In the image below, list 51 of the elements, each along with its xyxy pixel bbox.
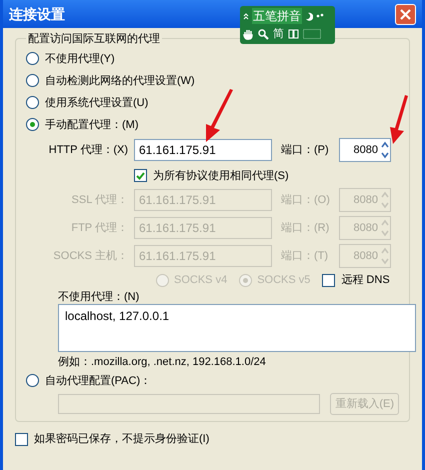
charset-label[interactable]: 简 [273, 27, 284, 41]
moon-icon[interactable] [305, 12, 313, 20]
proxy-label: SOCKS 主机： [52, 249, 129, 263]
radio-button[interactable] [26, 52, 39, 65]
radio-label: 自动检测此网络的代理设置(W) [45, 74, 195, 88]
radio-label: 使用系统代理设置(U) [45, 96, 148, 110]
port-label: 端口：(O) [280, 193, 331, 207]
window-title: 连接设置 [9, 7, 65, 21]
no-proxy-field[interactable]: localhost, 127.0.0.1 [58, 304, 416, 352]
close-button[interactable] [395, 4, 416, 24]
radio-button[interactable] [26, 96, 39, 109]
example-text: 例如：.mozilla.org, .net.nz, 192.168.1.0/24 [57, 355, 267, 369]
port-value: 8080 [354, 221, 379, 235]
port-value: 8080 [354, 249, 379, 263]
port-label: 端口：(R) [280, 221, 330, 235]
search-icon[interactable] [258, 28, 269, 40]
close-icon [400, 8, 411, 20]
keyboard-icon[interactable] [303, 29, 321, 39]
port-label: 端口：(T) [280, 249, 330, 263]
checkbox[interactable] [134, 169, 147, 182]
proxy-label: SSL 代理： [70, 193, 129, 207]
port-label: 端口：(P) [280, 143, 330, 157]
checkbox-label: 如果密码已保存，不提示身份验证(I) [34, 432, 210, 446]
radio-button[interactable] [26, 374, 39, 387]
checkbox-label: 为所有协议使用相同代理(S) [153, 168, 289, 182]
port-value: 8080 [354, 143, 379, 157]
proxy-label: FTP 代理： [70, 221, 129, 235]
group-title: 配置访问国际互联网的代理 [26, 32, 162, 46]
proxy-label: HTTP 代理：(X) [48, 143, 129, 157]
port-value: 8080 [354, 193, 379, 207]
width-toggle-icon[interactable] [288, 29, 299, 39]
proxy-host-field[interactable]: 61.161.175.91 [134, 139, 272, 161]
checkbox[interactable] [15, 432, 28, 446]
collapse-icon[interactable] [243, 12, 249, 20]
radio-button[interactable] [26, 74, 39, 87]
field-label: 不使用代理：(N) [57, 290, 140, 304]
checkbox-label: 远程 DNS [341, 273, 390, 287]
spin-arrows-icon [380, 140, 390, 160]
port-spinner[interactable]: 8080 [339, 138, 391, 162]
radio-label: 不使用代理(Y) [45, 52, 115, 66]
punctuation-icon[interactable] [316, 12, 324, 20]
checkmark-icon [136, 172, 145, 180]
hand-icon[interactable] [243, 28, 254, 40]
radio-button[interactable] [26, 118, 39, 131]
input-mode-label[interactable]: 五笔拼音 [252, 8, 302, 24]
spin-arrows-icon [380, 190, 390, 210]
radio-label: 手动配置代理：(M) [45, 118, 138, 132]
radio-label: 自动代理配置(PAC)： [45, 374, 152, 388]
checkbox[interactable] [322, 274, 336, 286]
spin-arrows-icon [380, 218, 390, 238]
spin-arrows-icon [380, 246, 390, 266]
